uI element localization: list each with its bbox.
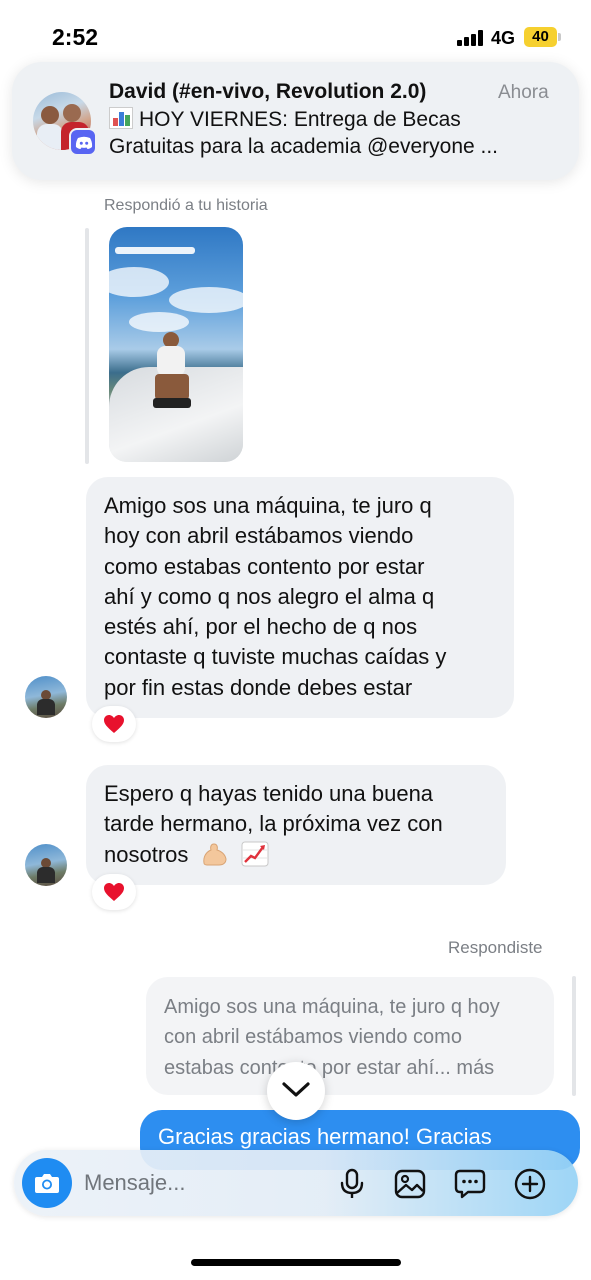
- notification-title: David (#en-vivo, Revolution 2.0): [109, 80, 427, 103]
- camera-button[interactable]: [22, 1158, 72, 1208]
- scroll-to-bottom-button[interactable]: [267, 1062, 325, 1120]
- discord-icon: [69, 128, 97, 156]
- message-composer: [14, 1150, 578, 1216]
- message-line: tarde hermano, la próxima vez con: [104, 811, 443, 837]
- cell-signal-icon: [457, 30, 483, 46]
- status-time: 2:52: [52, 24, 99, 50]
- chart-increasing-emoji-icon: [241, 841, 269, 867]
- battery-icon: 40: [524, 27, 562, 47]
- notification-time: Ahora: [498, 82, 549, 103]
- quoted-line: con abril estábamos viendo como: [164, 1026, 462, 1049]
- quoted-line: Amigo sos una máquina, te juro q hoy: [164, 996, 500, 1018]
- gallery-button[interactable]: [390, 1164, 430, 1204]
- message-line: contaste q tuviste muchas caídas y: [104, 644, 447, 670]
- microphone-button[interactable]: [332, 1164, 372, 1204]
- sticker-icon: [454, 1169, 486, 1199]
- battery-level: 40: [524, 27, 557, 47]
- quote-rule: [572, 976, 576, 1096]
- notification-body-text1: HOY VIERNES: Entrega de Becas: [139, 108, 461, 131]
- story-location-tag: [115, 247, 195, 254]
- story-reply-rule: [85, 228, 89, 464]
- quoted-message[interactable]: Amigo sos una máquina, te juro q hoy con…: [146, 977, 554, 1095]
- story-reply-label: Respondió a tu historia: [104, 197, 268, 214]
- heart-icon: [104, 883, 124, 901]
- camera-icon: [35, 1174, 59, 1193]
- add-button[interactable]: [510, 1164, 550, 1204]
- notification-body-line2: Gratuitas para la academia @everyone ...: [109, 135, 499, 158]
- incoming-message-1[interactable]: Amigo sos una máquina, te juro q hoy con…: [86, 477, 514, 718]
- add-icon: [514, 1168, 546, 1200]
- incoming-message-2[interactable]: Espero q hayas tenido una buena tarde he…: [86, 765, 506, 885]
- network-type: 4G: [491, 28, 516, 48]
- chevron-down-icon: [282, 1082, 310, 1097]
- message-line: ahí y como q nos alegro el alma q: [104, 583, 435, 609]
- microphone-icon: [340, 1168, 364, 1198]
- message-line: Espero q hayas tenido una buena: [104, 781, 434, 806]
- sticker-button[interactable]: [450, 1164, 490, 1204]
- contact-avatar[interactable]: [25, 844, 67, 886]
- story-thumbnail[interactable]: [109, 227, 243, 462]
- heart-reaction[interactable]: [92, 706, 136, 742]
- replied-label: Respondiste: [448, 938, 543, 957]
- message-line: hoy con abril estábamos viendo: [104, 523, 414, 549]
- status-bar: 2:52 4G 40: [0, 0, 591, 70]
- message-line: estés ahí, por el hecho de q nos: [104, 614, 418, 640]
- heart-icon: [104, 715, 124, 733]
- message-line: como estabas contento por estar: [104, 553, 425, 579]
- heart-reaction[interactable]: [92, 874, 136, 910]
- message-line: nosotros: [104, 841, 189, 867]
- quoted-line: estabas contento por estar ahí... más: [164, 1056, 495, 1079]
- message-line: Amigo sos una máquina, te juro q: [104, 493, 432, 518]
- bar-chart-emoji-icon: [109, 107, 133, 129]
- message-line: por fin estas donde debes estar: [104, 674, 413, 700]
- notification-body-line1: HOY VIERNES: Entrega de Becas: [109, 107, 461, 132]
- message-input[interactable]: [84, 1167, 304, 1199]
- gallery-icon: [394, 1169, 426, 1199]
- contact-avatar[interactable]: [25, 676, 67, 718]
- home-indicator[interactable]: [191, 1259, 401, 1266]
- flexed-biceps-emoji-icon: [202, 843, 227, 866]
